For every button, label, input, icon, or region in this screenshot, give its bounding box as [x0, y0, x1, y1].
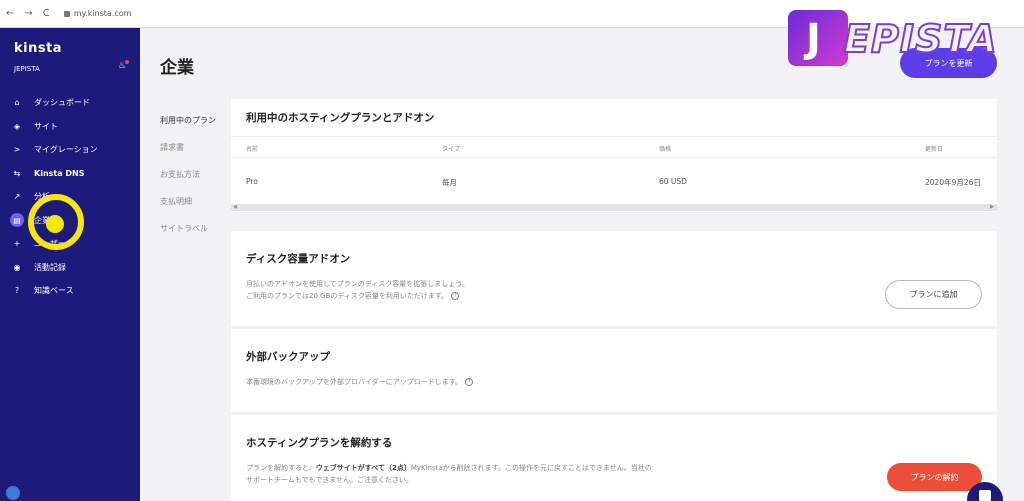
sidebar-item-label: 活動記録 [34, 262, 66, 272]
lock-icon [63, 10, 70, 17]
plan-type: 毎月 [442, 178, 457, 187]
subnav-invoices[interactable]: 請求書 [160, 142, 230, 169]
company-subnav: 利用中のプラン 請求書 お支払方法 支払明細 サイトラベル [160, 115, 230, 250]
help-icon[interactable]: ? [451, 292, 460, 300]
disk-addon-line-2: ご利用のプランでは20 GBのディスク容量を利用いただけます。 [246, 292, 449, 300]
sidebar-item-knowledge-base[interactable]: ? 知識ベース [0, 279, 140, 303]
sidebar-item-dashboard[interactable]: ⌂ ダッシュボード [0, 91, 140, 115]
help-icon[interactable]: ? [465, 378, 474, 386]
page-title: 企業 [160, 58, 194, 78]
sidebar-item-sites[interactable]: ◈ サイト [0, 115, 140, 139]
scroll-left-icon[interactable]: ◀ [233, 204, 237, 210]
column-header-price: 価格 [659, 146, 672, 153]
sidebar-item-activity-log[interactable]: ◉ 活動記録 [0, 256, 140, 280]
disk-addon-description: 月払いのアドオンを使用してプランのディスク容量を拡張しましょう。 ご利用のプラン… [246, 278, 746, 302]
help-circle-icon: ? [14, 286, 20, 296]
sidebar-item-label: マイグレーション [34, 145, 98, 155]
reload-icon[interactable]: C [43, 8, 50, 19]
add-to-plan-button[interactable]: プランに追加 [885, 280, 982, 309]
plan-price: 60 USD [659, 177, 687, 186]
cancel-desc-emphasis: ウェブサイトがすべて（2点） [315, 464, 411, 472]
sidebar-item-label: ダッシュボード [34, 98, 90, 108]
column-header-name: 名前 [246, 146, 259, 153]
cancel-desc-part-c: MyKinstaから削除されます。この操作を元に戻すことはできません。当社の [410, 464, 652, 472]
cancel-plan-title: ホスティングプランを解約する [246, 437, 393, 449]
jepista-watermark-logo: J EPISTA [788, 10, 1018, 66]
sidebar-menu: ⌂ ダッシュボード ◈ サイト > マイグレーション ⇆ Kinsta DNS … [0, 91, 140, 303]
chat-bubble-icon [979, 490, 991, 501]
column-header-renewal: 更新日 [925, 146, 944, 153]
external-backup-title: 外部バックアップ [246, 351, 330, 363]
back-icon[interactable]: ← [6, 8, 14, 19]
hosting-plans-card: 利用中のホスティングプランとアドオン 名前 タイプ 価格 更新日 Pro 毎月 … [231, 99, 997, 212]
plans-table-header: 名前 タイプ 価格 更新日 [231, 136, 997, 158]
external-backup-section: 外部バックアップ 本番環境のバックアップを外部プロバイダーにアップロードします。… [231, 329, 997, 413]
plan-renewal-date: 2020年9月26日 [925, 178, 981, 187]
cursor-highlight-dot [46, 215, 64, 233]
disk-addon-section: ディスク容量アドオン 月払いのアドオンを使用してプランのディスク容量を拡張しまし… [231, 231, 997, 327]
company-name[interactable]: JEPISTA [14, 65, 40, 73]
cancel-plan-button[interactable]: プランの解約 [887, 463, 982, 491]
sidebar-item-dns[interactable]: ⇆ Kinsta DNS [0, 162, 140, 186]
cancel-plan-description: プランを解約すると、ウェブサイトがすべて（2点）MyKinstaから削除されます… [246, 462, 736, 486]
subnav-current-plan[interactable]: 利用中のプラン [160, 115, 230, 142]
sidebar-item-label: 知識ベース [34, 286, 74, 296]
subnav-payment-method[interactable]: お支払方法 [160, 169, 230, 196]
scroll-right-icon[interactable]: ▶ [990, 204, 994, 210]
subnav-billing-details[interactable]: 支払明細 [160, 196, 230, 223]
cancel-plan-section: ホスティングプランを解約する プランを解約すると、ウェブサイトがすべて（2点）M… [231, 415, 997, 501]
layers-icon: ◈ [13, 121, 21, 131]
sidebar: kinsta JEPISTA ♨ ⌂ ダッシュボード ◈ サイト > マイグレー… [0, 28, 140, 501]
eye-icon: ◉ [13, 262, 21, 272]
company-icon: ▤ [10, 213, 24, 228]
plans-card-title: 利用中のホスティングプランとアドオン [246, 112, 435, 124]
cancel-desc-part-d: サポートチームもでもできません。ご注意ください。 [246, 476, 414, 484]
watermark-initial: J [806, 16, 821, 62]
migration-icon: > [13, 145, 21, 155]
plan-name: Pro [246, 177, 258, 186]
analytics-icon: ↗ [13, 192, 21, 202]
home-icon: ⌂ [14, 98, 20, 108]
sidebar-item-label: Kinsta DNS [34, 168, 85, 178]
column-header-type: タイプ [442, 146, 461, 153]
forward-icon[interactable]: → [24, 8, 32, 19]
sidebar-item-migration[interactable]: > マイグレーション [0, 138, 140, 162]
external-backup-description: 本番環境のバックアップを外部プロバイダーにアップロードします。 [246, 378, 463, 386]
notification-dot [125, 60, 129, 64]
address-bar[interactable]: my.kinsta.com [74, 9, 132, 18]
watermark-text: EPISTA [843, 16, 998, 62]
sidebar-item-label: サイト [34, 121, 58, 131]
subnav-site-labels[interactable]: サイトラベル [160, 223, 230, 250]
add-user-icon: + [13, 239, 21, 249]
horizontal-scrollbar[interactable]: ◀ ▶ [231, 204, 997, 211]
chat-widget-icon[interactable] [6, 486, 20, 500]
cancel-desc-part-a: プランを解約すると、 [246, 464, 316, 472]
disk-addon-title: ディスク容量アドオン [246, 253, 351, 265]
kinsta-logo[interactable]: kinsta [14, 41, 62, 56]
table-row: Pro 毎月 60 USD 2020年9月26日 [231, 158, 997, 204]
disk-addon-line-1: 月払いのアドオンを使用してプランのディスク容量を拡張しましょう。 [246, 280, 469, 288]
dns-icon: ⇆ [13, 168, 21, 178]
